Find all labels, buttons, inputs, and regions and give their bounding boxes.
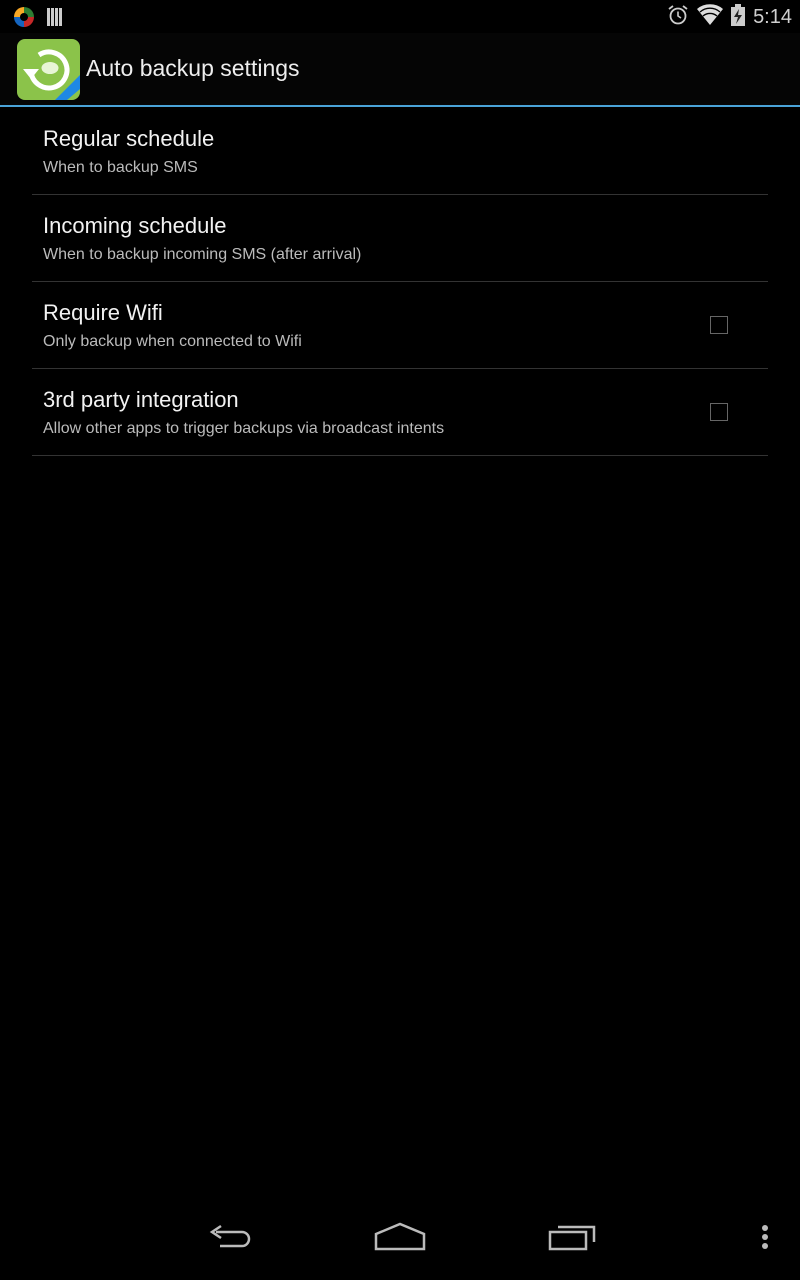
setting-summary: Only backup when connected to Wifi: [43, 333, 302, 350]
barcode-icon: [46, 7, 64, 32]
3rd-party-integration-checkbox[interactable]: [710, 403, 728, 421]
setting-title: Require Wifi: [43, 300, 163, 325]
recents-icon[interactable]: [548, 1222, 598, 1257]
battery-charging-icon: [731, 4, 746, 31]
settings-list: Regular schedule When to backup SMS Inco…: [32, 108, 768, 456]
setting-summary: When to backup incoming SMS (after arriv…: [43, 246, 362, 263]
setting-regular-schedule[interactable]: Regular schedule When to backup SMS: [32, 108, 768, 195]
setting-title: Incoming schedule: [43, 213, 227, 238]
back-icon[interactable]: [204, 1222, 254, 1257]
setting-summary: Allow other apps to trigger backups via …: [43, 420, 445, 437]
action-bar-divider: [0, 105, 800, 107]
app-notification-icon: [12, 5, 36, 34]
clock: 5:14: [753, 6, 792, 28]
wifi-icon: [697, 4, 724, 31]
action-bar: Auto backup settings: [0, 33, 800, 107]
navigation-bar: [0, 1208, 800, 1280]
status-bar: 5:14: [0, 0, 800, 33]
require-wifi-checkbox[interactable]: [710, 316, 728, 334]
setting-3rd-party-integration[interactable]: 3rd party integration Allow other apps t…: [32, 369, 768, 456]
alarm-icon: [667, 4, 689, 31]
setting-require-wifi[interactable]: Require Wifi Only backup when connected …: [32, 282, 768, 369]
setting-summary: When to backup SMS: [43, 159, 198, 176]
page-title: Auto backup settings: [86, 55, 300, 81]
overflow-menu-icon[interactable]: [758, 1222, 772, 1259]
setting-title: Regular schedule: [43, 126, 215, 151]
app-icon[interactable]: [17, 39, 80, 100]
setting-title: 3rd party integration: [43, 387, 239, 412]
home-icon[interactable]: [374, 1222, 426, 1257]
setting-incoming-schedule[interactable]: Incoming schedule When to backup incomin…: [32, 195, 768, 282]
